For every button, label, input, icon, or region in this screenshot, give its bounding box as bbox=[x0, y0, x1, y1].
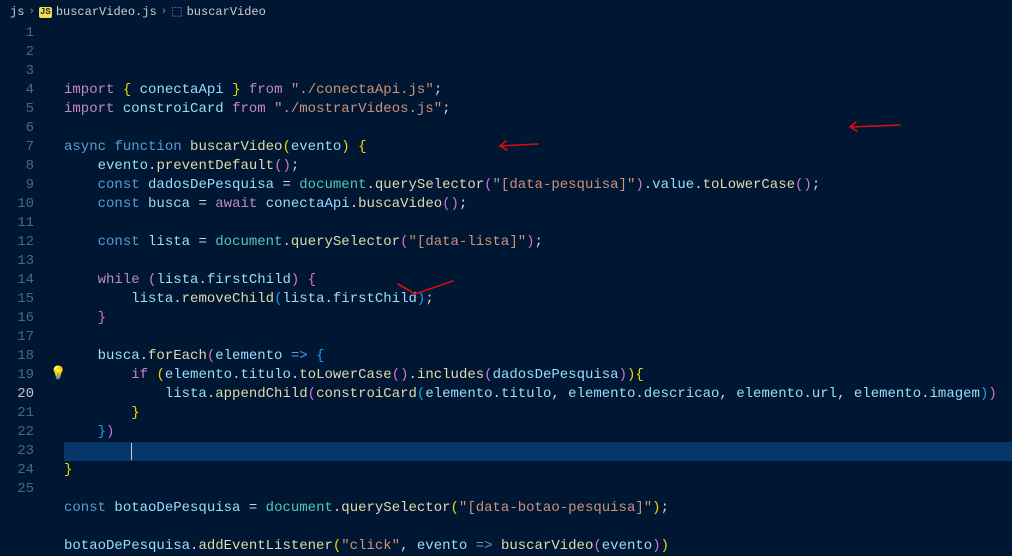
code-line[interactable]: } bbox=[64, 309, 1012, 328]
code-line[interactable] bbox=[64, 328, 1012, 347]
line-number: 25 bbox=[0, 480, 34, 499]
code-line[interactable] bbox=[64, 442, 1012, 461]
line-number: 15 bbox=[0, 290, 34, 309]
code-area[interactable]: 💡 import { conectaApi } from "./conectaA… bbox=[50, 24, 1012, 524]
code-line[interactable]: evento.preventDefault(); bbox=[64, 157, 1012, 176]
line-number: 21 bbox=[0, 404, 34, 423]
code-line[interactable]: const busca = await conectaApi.buscaVide… bbox=[64, 195, 1012, 214]
line-number: 20 bbox=[0, 385, 34, 404]
code-line[interactable]: } bbox=[64, 404, 1012, 423]
chevron-right-icon: › bbox=[28, 3, 35, 22]
breadcrumb-folder[interactable]: js bbox=[10, 3, 24, 22]
code-line[interactable]: import { conectaApi } from "./conectaApi… bbox=[64, 81, 1012, 100]
code-line[interactable]: const dadosDePesquisa = document.querySe… bbox=[64, 176, 1012, 195]
line-number: 19 bbox=[0, 366, 34, 385]
text-cursor bbox=[131, 443, 132, 460]
breadcrumb-file[interactable]: buscarVideo.js bbox=[56, 3, 157, 22]
code-line[interactable] bbox=[64, 119, 1012, 138]
code-line[interactable]: import constroiCard from "./mostrarVideo… bbox=[64, 100, 1012, 119]
line-number: 16 bbox=[0, 309, 34, 328]
line-number: 22 bbox=[0, 423, 34, 442]
js-file-icon: JS bbox=[39, 7, 52, 18]
code-line[interactable]: async function buscarVideo(evento) { bbox=[64, 138, 1012, 157]
code-line[interactable]: botaoDePesquisa.addEventListener("click"… bbox=[64, 537, 1012, 556]
line-number: 13 bbox=[0, 252, 34, 271]
method-icon: ⬚ bbox=[171, 3, 182, 22]
line-number-gutter: 1234567891011121314151617181920212223242… bbox=[0, 24, 50, 524]
code-line[interactable]: lista.removeChild(lista.firstChild); bbox=[64, 290, 1012, 309]
code-line[interactable] bbox=[64, 252, 1012, 271]
line-number: 17 bbox=[0, 328, 34, 347]
code-line[interactable]: } bbox=[64, 461, 1012, 480]
line-number: 7 bbox=[0, 138, 34, 157]
code-line[interactable]: }) bbox=[64, 423, 1012, 442]
code-line[interactable]: const lista = document.querySelector("[d… bbox=[64, 233, 1012, 252]
code-line[interactable] bbox=[64, 518, 1012, 537]
code-editor[interactable]: 1234567891011121314151617181920212223242… bbox=[0, 24, 1012, 524]
code-line[interactable] bbox=[64, 480, 1012, 499]
code-line[interactable]: const botaoDePesquisa = document.querySe… bbox=[64, 499, 1012, 518]
line-number: 10 bbox=[0, 195, 34, 214]
code-line[interactable]: while (lista.firstChild) { bbox=[64, 271, 1012, 290]
line-number: 1 bbox=[0, 24, 34, 43]
chevron-right-icon: › bbox=[161, 3, 168, 22]
line-number: 6 bbox=[0, 119, 34, 138]
line-number: 12 bbox=[0, 233, 34, 252]
line-number: 2 bbox=[0, 43, 34, 62]
line-number: 5 bbox=[0, 100, 34, 119]
line-number: 14 bbox=[0, 271, 34, 290]
line-number: 11 bbox=[0, 214, 34, 233]
line-number: 8 bbox=[0, 157, 34, 176]
breadcrumb: js › JS buscarVideo.js › ⬚ buscarVideo bbox=[0, 0, 1012, 24]
line-number: 24 bbox=[0, 461, 34, 480]
code-line[interactable]: busca.forEach(elemento => { bbox=[64, 347, 1012, 366]
line-number: 18 bbox=[0, 347, 34, 366]
line-number: 23 bbox=[0, 442, 34, 461]
line-number: 3 bbox=[0, 62, 34, 81]
code-line[interactable] bbox=[64, 214, 1012, 233]
line-number: 9 bbox=[0, 176, 34, 195]
code-line[interactable]: lista.appendChild(constroiCard(elemento.… bbox=[64, 385, 1012, 404]
line-number: 4 bbox=[0, 81, 34, 100]
breadcrumb-symbol[interactable]: buscarVideo bbox=[187, 3, 266, 22]
code-line[interactable]: if (elemento.titulo.toLowerCase().includ… bbox=[64, 366, 1012, 385]
